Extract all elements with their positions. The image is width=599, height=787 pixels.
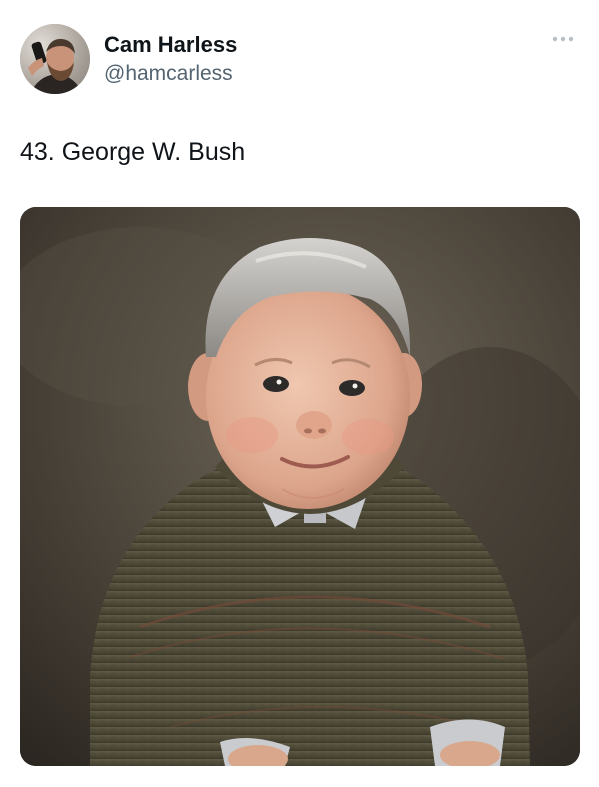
tweet[interactable]: Cam Harless @hamcarless 43. George W. Bu… (0, 0, 599, 787)
more-options-button[interactable] (549, 30, 577, 48)
author-handle[interactable]: @hamcarless (104, 61, 237, 87)
author-names: Cam Harless @hamcarless (104, 32, 237, 87)
author-display-name[interactable]: Cam Harless (104, 32, 237, 58)
more-horizontal-icon (552, 36, 574, 42)
tweet-media-image[interactable] (20, 207, 580, 766)
avatar[interactable] (20, 24, 90, 94)
tweet-text: 43. George W. Bush (20, 138, 246, 166)
avatar-photo-icon (20, 24, 90, 94)
portrait-photo-icon (20, 207, 580, 766)
tweet-header: Cam Harless @hamcarless (20, 24, 579, 96)
